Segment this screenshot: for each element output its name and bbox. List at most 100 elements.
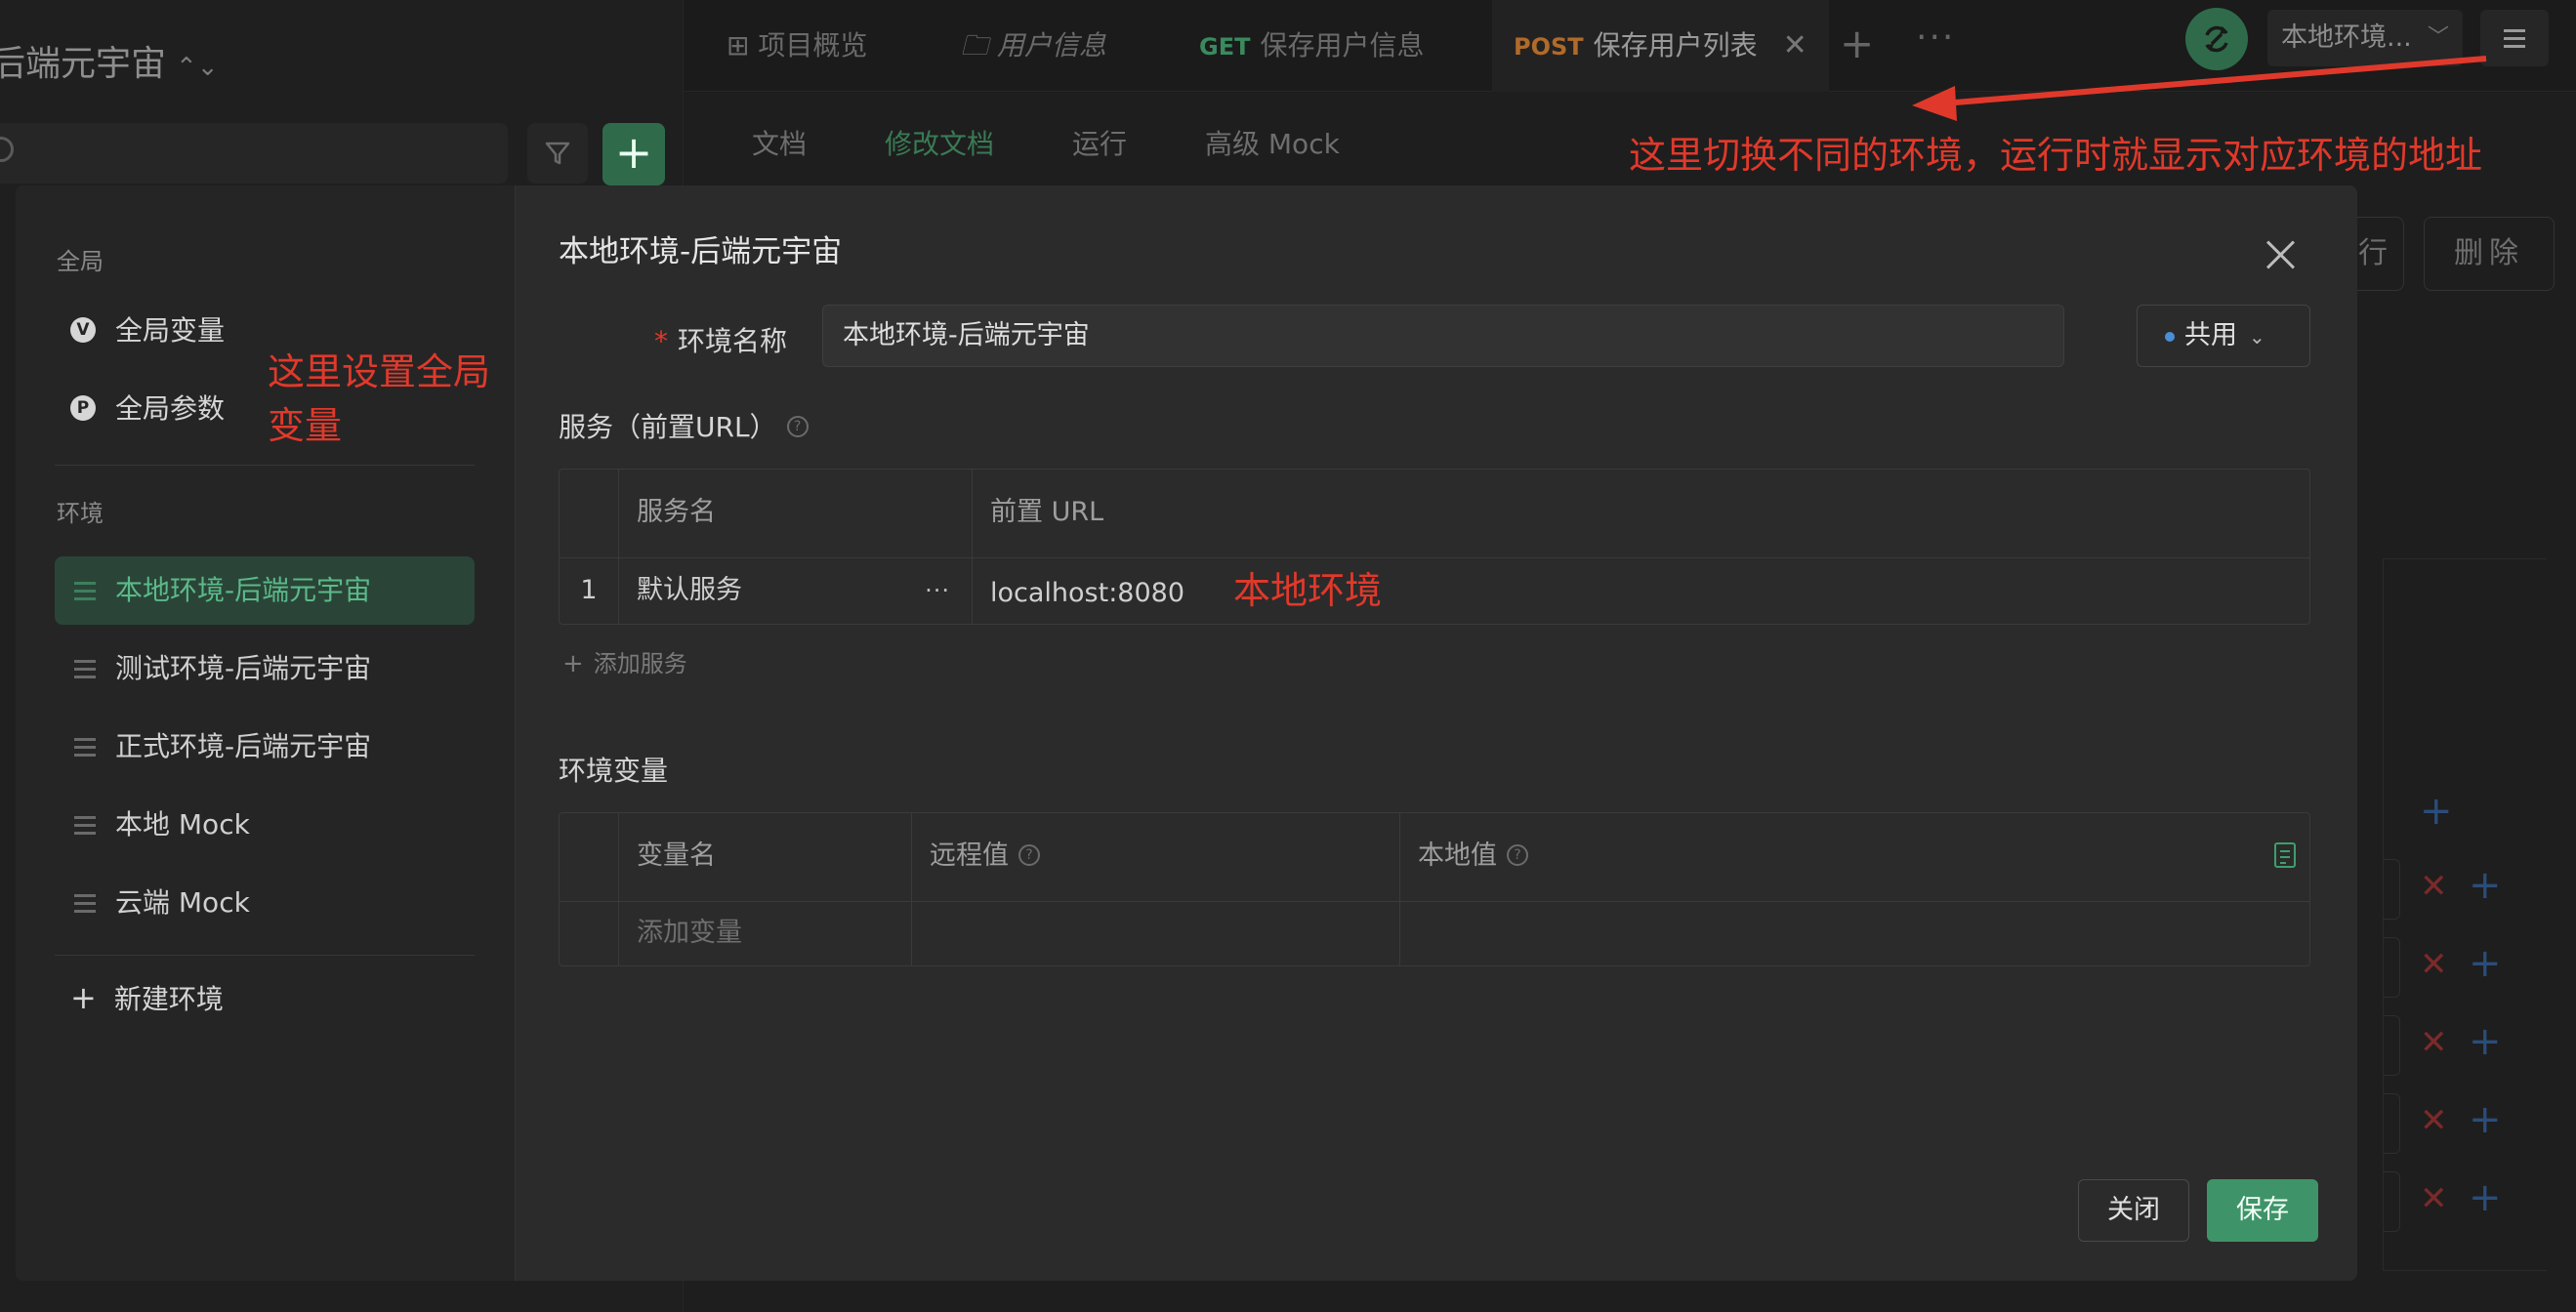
plus-icon: +	[70, 979, 97, 1016]
environment-dialog: 全局 V 全局变量 P 全局参数 环境 本地环境-后端元宇宙 测试环境-后端元宇宙 …	[16, 185, 2357, 1281]
tab-get-save-user[interactable]: GET 保存用户信息	[1178, 0, 1445, 92]
hamburger-line	[2504, 45, 2525, 48]
local-value-cell[interactable]	[1399, 902, 2309, 965]
up-down-chevron-icon: ⌃⌄	[176, 53, 219, 82]
env-item-cloud-mock[interactable]: 云端 Mock	[55, 869, 475, 937]
env-vars-table: 变量名 远程值? 本地值? 添加变量	[559, 812, 2310, 966]
menu-button[interactable]	[2480, 10, 2549, 66]
param-row	[2383, 937, 2400, 998]
dialog-sidebar: 全局 V 全局变量 P 全局参数 环境 本地环境-后端元宇宙 测试环境-后端元宇宙 …	[16, 185, 516, 1281]
variable-badge-icon: V	[70, 317, 96, 343]
tab-post-save-user-list[interactable]: POST 保存用户列表 ✕	[1492, 0, 1829, 92]
required-mark: *	[654, 325, 668, 357]
chevron-down-icon: ⌄	[2249, 325, 2265, 348]
row-index: 1	[580, 575, 598, 605]
add-button[interactable]: +	[602, 123, 665, 185]
param-row	[2383, 1093, 2400, 1154]
drag-handle-icon[interactable]	[74, 738, 96, 761]
subtab-run[interactable]: 运行	[1072, 123, 1127, 162]
global-vars-annotation: 这里设置全局变量	[268, 350, 491, 447]
save-button[interactable]: 保存	[2207, 1179, 2318, 1242]
remote-value-cell[interactable]	[911, 902, 1399, 965]
services-section-title: 服务（前置URL）?	[559, 406, 809, 445]
index-header-cell	[560, 470, 618, 557]
environment-selector[interactable]: 本地环境... ﹀	[2267, 10, 2463, 66]
delete-button[interactable]: 删除	[2424, 217, 2555, 291]
help-icon[interactable]: ?	[1507, 843, 1528, 866]
sync-icon	[2205, 25, 2228, 53]
prefix-url-header: 前置 URL	[972, 470, 2309, 557]
global-section-label: 全局	[57, 248, 104, 275]
help-icon[interactable]: ?	[786, 416, 809, 437]
more-tabs-button[interactable]: ···	[1916, 18, 1955, 58]
param-row	[2383, 859, 2400, 920]
drag-handle-icon[interactable]	[74, 894, 96, 918]
prefix-url-cell[interactable]: localhost:8080 本地环境	[972, 558, 2309, 624]
sync-button[interactable]	[2185, 8, 2248, 70]
filter-icon	[545, 142, 570, 165]
add-param-icon[interactable]: +	[2469, 941, 2502, 986]
add-param-icon[interactable]: +	[2420, 789, 2453, 834]
drag-handle-icon[interactable]	[74, 582, 96, 605]
env-item-local[interactable]: 本地环境-后端元宇宙	[55, 556, 475, 625]
search-input[interactable]	[0, 123, 508, 184]
global-variables-item[interactable]: V 全局变量	[70, 307, 225, 355]
subtab-advanced-mock[interactable]: 高级 Mock	[1205, 123, 1340, 162]
index-header-cell	[560, 813, 618, 901]
local-value-header: 本地值?	[1399, 813, 2309, 901]
tab-overview[interactable]: ⊞ 项目概览	[705, 0, 889, 92]
delete-param-icon[interactable]: ✕	[2420, 1179, 2448, 1218]
more-options-icon[interactable]: ···	[925, 558, 950, 623]
table-header-row: 变量名 远程值? 本地值?	[560, 813, 2309, 901]
env-item-production[interactable]: 正式环境-后端元宇宙	[55, 713, 475, 781]
delete-param-icon[interactable]: ✕	[2420, 945, 2448, 984]
param-badge-icon: P	[70, 395, 96, 421]
close-button[interactable]: 关闭	[2078, 1179, 2189, 1242]
add-param-icon[interactable]: +	[2469, 863, 2502, 908]
add-param-icon[interactable]: +	[2469, 1019, 2502, 1064]
env-item-local-mock[interactable]: 本地 Mock	[55, 791, 475, 859]
project-title[interactable]: 后端元宇宙 ⌃⌄	[0, 35, 219, 86]
add-param-icon[interactable]: +	[2469, 1175, 2502, 1220]
dialog-title: 本地环境-后端元宇宙	[559, 234, 843, 269]
tab-user-info[interactable]: 🗀 用户信息	[939, 0, 1128, 92]
new-environment-button[interactable]: + 新建环境	[70, 978, 224, 1017]
subtab-docs[interactable]: 文档	[752, 123, 807, 162]
global-params-item[interactable]: P 全局参数	[70, 385, 225, 433]
folder-icon: 🗀	[961, 29, 997, 62]
add-param-icon[interactable]: +	[2469, 1097, 2502, 1142]
env-switch-annotation: 这里切换不同的环境，运行时就显示对应环境的地址	[1629, 134, 2483, 177]
env-name-input[interactable]: 本地环境-后端元宇宙	[822, 305, 2064, 367]
param-row	[2383, 1015, 2400, 1076]
add-variable-input[interactable]: 添加变量	[618, 902, 911, 965]
search-icon	[0, 137, 14, 162]
status-dot-icon	[2165, 332, 2175, 342]
env-item-test[interactable]: 测试环境-后端元宇宙	[55, 635, 475, 703]
delete-param-icon[interactable]: ✕	[2420, 867, 2448, 906]
service-name-cell[interactable]: 默认服务 ···	[618, 558, 972, 624]
divider	[55, 465, 475, 466]
drag-handle-icon[interactable]	[74, 660, 96, 683]
remote-value-header: 远程值?	[911, 813, 1399, 901]
hamburger-icon	[2504, 29, 2525, 32]
plus-icon: +	[562, 649, 584, 678]
delete-param-icon[interactable]: ✕	[2420, 1101, 2448, 1140]
drag-handle-icon[interactable]	[74, 816, 96, 840]
divider	[55, 955, 475, 956]
bulk-edit-icon[interactable]	[2274, 842, 2296, 868]
subtab-edit-docs[interactable]: 修改文档	[885, 123, 994, 162]
share-scope-select[interactable]: 共用 ⌄	[2137, 305, 2310, 367]
close-icon[interactable]: ✕	[1783, 28, 1807, 62]
add-tab-button[interactable]: +	[1840, 20, 1874, 67]
services-table: 服务名 前置 URL 1 默认服务 ··· localhost:8080 本地环境	[559, 469, 2310, 625]
env-vars-section-title: 环境变量	[559, 755, 669, 787]
env-section-label: 环境	[57, 500, 104, 527]
service-name-header: 服务名	[618, 470, 972, 557]
params-panel	[2383, 558, 2547, 1271]
close-icon[interactable]	[2265, 240, 2295, 269]
delete-param-icon[interactable]: ✕	[2420, 1023, 2448, 1062]
help-icon[interactable]: ?	[1018, 843, 1040, 866]
add-service-button[interactable]: + 添加服务	[562, 644, 687, 678]
grid-icon: ⊞	[727, 29, 759, 62]
filter-button[interactable]	[527, 123, 588, 184]
